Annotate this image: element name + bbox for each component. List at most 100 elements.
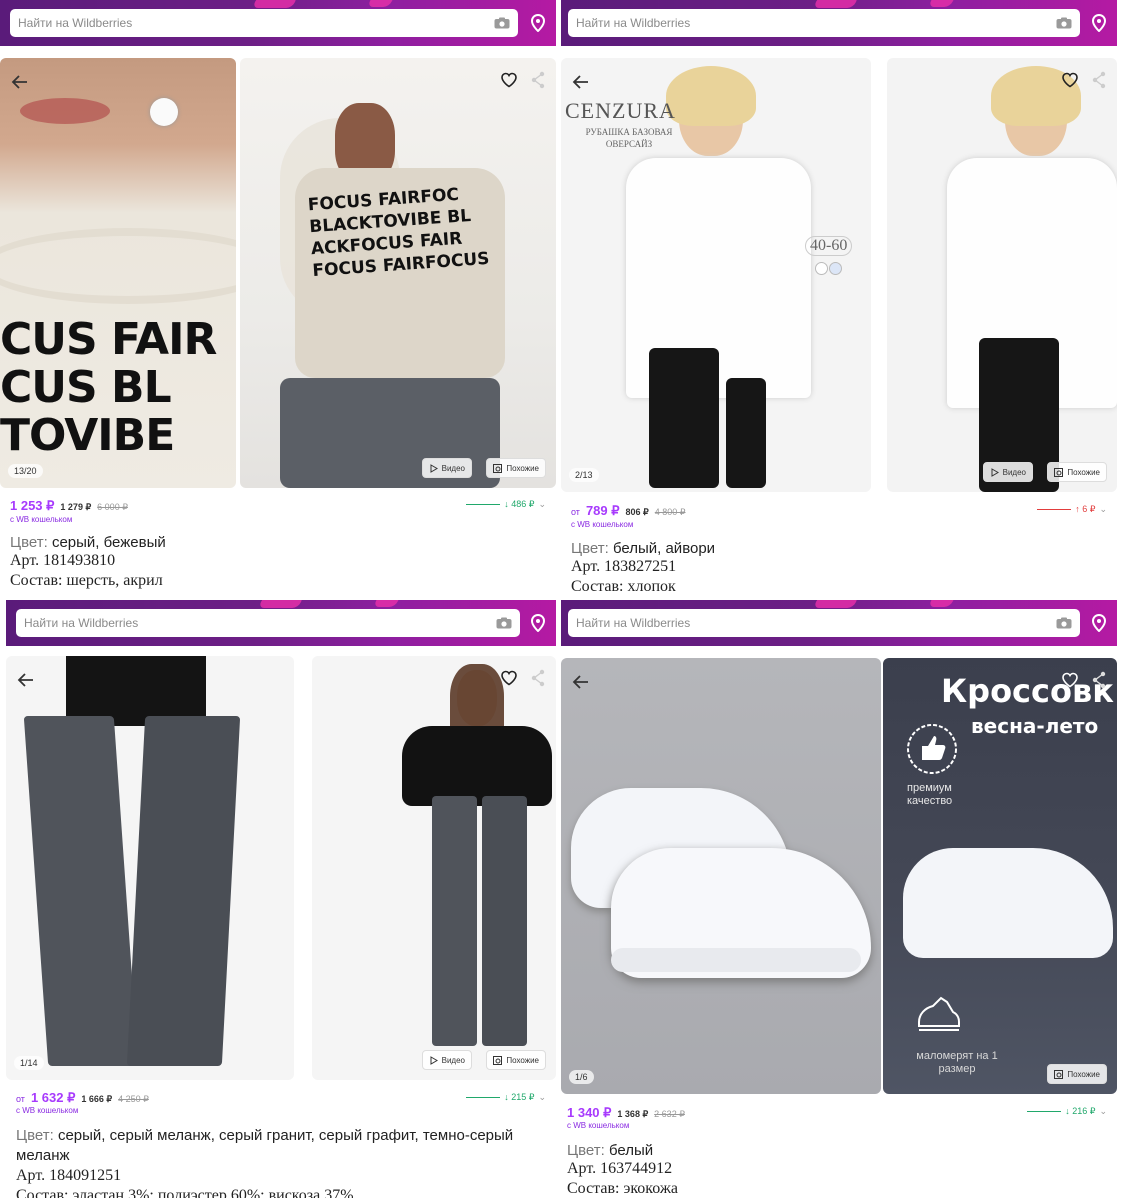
back-arrow-icon[interactable] [10, 72, 30, 92]
trend-line [1027, 1111, 1062, 1112]
similar-label: Похожие [506, 1055, 539, 1065]
heart-icon[interactable] [500, 71, 518, 89]
back-arrow-icon[interactable] [571, 72, 591, 92]
location-pin-icon[interactable] [530, 614, 546, 632]
price-trend[interactable]: ↓ 215 ₽ ⌄ [466, 1092, 546, 1103]
video-button[interactable]: Видео [421, 1050, 472, 1070]
heart-icon[interactable] [500, 669, 518, 687]
similar-icon [1054, 1069, 1064, 1079]
wallet-note: с WB кошельком [571, 520, 634, 529]
old-price: 4 800 ₽ [654, 507, 686, 517]
brand-decoration [813, 0, 859, 8]
product-panel-shirt: Найти на Wildberries CENZURA РУБАШКА БАЗ… [561, 0, 1117, 598]
color-line: Цвет: серый, бежевый [10, 534, 546, 551]
current-price: 1 632 ₽ [30, 1090, 76, 1105]
price-row: 1 340 ₽ 1 368 ₽ 2 632 ₽ [567, 1105, 1107, 1121]
banner-title: Кроссовк [941, 672, 1114, 710]
article-number: Арт. 181493810 [10, 552, 116, 569]
header-bar: Найти на Wildberries [561, 600, 1117, 646]
location-pin-icon[interactable] [1091, 14, 1107, 32]
camera-icon[interactable] [1056, 17, 1072, 29]
composition: Состав: хлопок [571, 578, 676, 595]
brand-logo: CENZURA [565, 98, 676, 123]
heart-icon[interactable] [1061, 71, 1079, 89]
image-carousel[interactable]: CUS FAIR CUS BL TOVIBE 13/20 FOCUS FAIRF… [0, 58, 556, 490]
price-trend[interactable]: ↑ 6 ₽ ⌄ [1037, 504, 1107, 515]
product-photo-sneakers[interactable]: 1/6 [561, 658, 881, 1094]
share-icon[interactable] [1091, 71, 1107, 89]
video-button[interactable]: Видео [982, 462, 1033, 482]
price-trend[interactable]: ↓ 486 ₽ ⌄ [466, 499, 546, 510]
search-input[interactable]: Найти на Wildberries [568, 616, 1056, 630]
old-price: 2 632 ₽ [654, 1109, 685, 1119]
header-bar: Найти на Wildberries [6, 600, 556, 646]
brand-subtitle: РУБАШКА БАЗОВАЯ ОВЕРСАЙЗ [585, 127, 673, 149]
color-line: Цвет: белый, айвори [571, 540, 1107, 557]
search-input[interactable]: Найти на Wildberries [568, 16, 1056, 30]
quality-badge-icon [907, 724, 957, 774]
brand-decoration [367, 0, 395, 7]
similar-button[interactable]: Похожие [486, 458, 546, 478]
similar-button[interactable]: Похожие [1047, 1064, 1107, 1084]
wallet-price: 1 666 ₽ [81, 1094, 113, 1104]
wallet-note: с WB кошельком [567, 1121, 630, 1130]
sweater-print-text: FOCUS FAIRFOC BLACKTOVIBE BL ACKFOCUS FA… [307, 184, 491, 282]
location-pin-icon[interactable] [530, 14, 546, 32]
product-photo-closeup[interactable]: CUS FAIR CUS BL TOVIBE 13/20 [0, 58, 236, 488]
video-button[interactable]: Видео [421, 458, 472, 478]
image-carousel[interactable]: CENZURA РУБАШКА БАЗОВАЯ ОВЕРСАЙЗ 40-60 2… [561, 58, 1117, 492]
back-arrow-icon[interactable] [571, 672, 591, 692]
image-counter: 1/6 [569, 1070, 594, 1084]
size-range-badge: 40-60 [805, 236, 853, 256]
wallet-price: 1 279 ₽ [60, 502, 92, 512]
search-bar[interactable]: Найти на Wildberries [568, 609, 1080, 637]
product-photo-banner[interactable]: Кроссовк весна-лето премиум качество мал… [883, 658, 1117, 1094]
trend-line [1037, 509, 1072, 510]
search-bar[interactable]: Найти на Wildberries [10, 9, 518, 37]
product-photo-closeup[interactable]: 1/14 [6, 656, 294, 1080]
trend-value: ↓ 215 ₽ [504, 1092, 535, 1102]
search-input[interactable]: Найти на Wildberries [16, 616, 496, 630]
image-carousel[interactable]: 1/14 Видео Похожие [0, 656, 556, 1082]
camera-icon[interactable] [496, 617, 512, 629]
chevron-down-icon: ⌄ [1099, 504, 1107, 514]
color-line: Цвет: белый [567, 1142, 1107, 1159]
current-price: 789 ₽ [585, 503, 620, 518]
chevron-down-icon: ⌄ [538, 1092, 546, 1102]
search-bar[interactable]: Найти на Wildberries [568, 9, 1080, 37]
header-bar: Найти на Wildberries [561, 0, 1117, 46]
product-photo-front[interactable]: CENZURA РУБАШКА БАЗОВАЯ ОВЕРСАЙЗ 40-60 2… [561, 58, 871, 492]
similar-icon [1054, 467, 1064, 477]
banner-subtitle: весна-лето [971, 714, 1099, 738]
current-price: 1 253 ₽ [10, 498, 55, 513]
price-trend[interactable]: ↓ 216 ₽ ⌄ [1027, 1106, 1107, 1117]
share-icon[interactable] [530, 669, 546, 687]
product-panel-sneakers: Найти на Wildberries 1/6 Кроссовк весна-… [561, 600, 1117, 1198]
quality-badge-text: премиум качество [907, 782, 953, 807]
search-bar[interactable]: Найти на Wildberries [16, 609, 520, 637]
search-input[interactable]: Найти на Wildberries [10, 16, 494, 30]
camera-icon[interactable] [1056, 617, 1072, 629]
wallet-note: с WB кошельком [16, 1106, 79, 1115]
similar-label: Похожие [1067, 467, 1100, 477]
location-pin-icon[interactable] [1091, 614, 1107, 632]
similar-label: Похожие [506, 463, 539, 473]
image-carousel[interactable]: 1/6 Кроссовк весна-лето премиум качество… [561, 658, 1117, 1096]
color-label: Цвет: [10, 534, 48, 551]
back-arrow-icon[interactable] [16, 670, 36, 690]
heart-icon[interactable] [1061, 671, 1079, 689]
trend-value: ↑ 6 ₽ [1075, 504, 1096, 514]
play-icon [430, 463, 438, 473]
camera-icon[interactable] [494, 17, 510, 29]
video-label: Видео [441, 1055, 465, 1065]
share-icon[interactable] [1091, 671, 1107, 689]
product-photo-model[interactable]: FOCUS FAIRFOC BLACKTOVIBE BL ACKFOCUS FA… [240, 58, 556, 488]
sweater-print-text: CUS FAIR CUS BL TOVIBE [0, 314, 217, 461]
similar-button[interactable]: Похожие [486, 1050, 546, 1070]
similar-icon [493, 463, 503, 473]
similar-label: Похожие [1067, 1069, 1100, 1079]
product-photo-side[interactable]: Видео Похожие [887, 58, 1117, 492]
product-photo-model[interactable]: Видео Похожие [312, 656, 556, 1080]
share-icon[interactable] [530, 71, 546, 89]
similar-button[interactable]: Похожие [1047, 462, 1107, 482]
